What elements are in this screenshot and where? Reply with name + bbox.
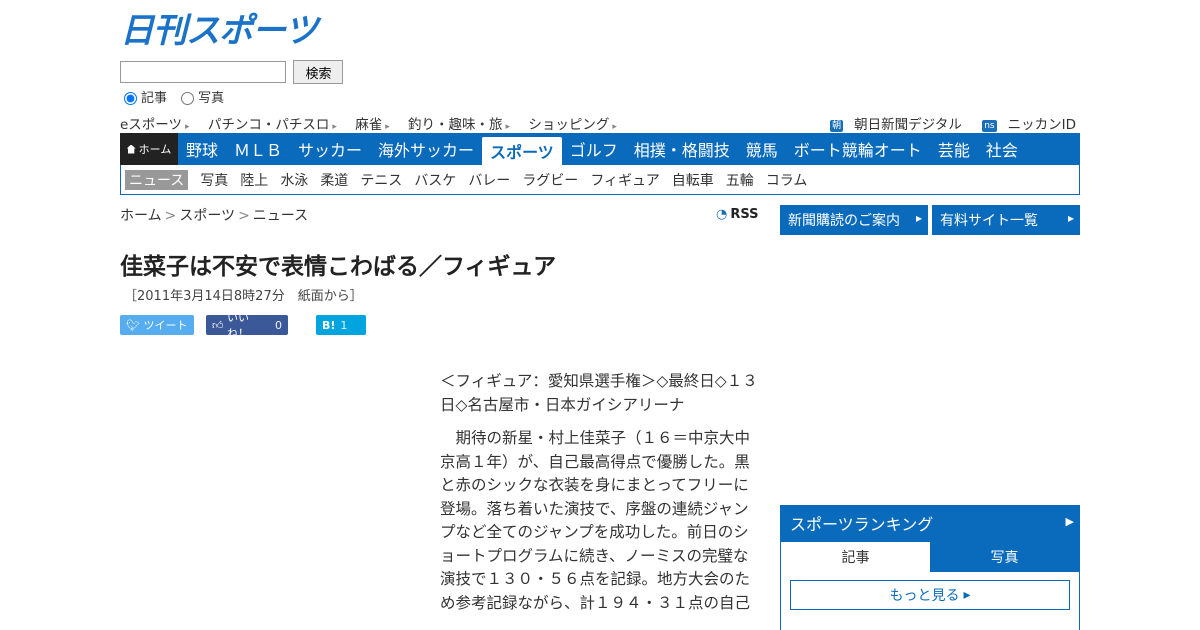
tweet-label: ツイート xyxy=(143,319,188,332)
article-paragraph: 期待の新星・村上佳菜子（１６＝中京大中京高１年）が、自己最高得点で優勝した。黒と… xyxy=(440,429,751,612)
nav-mlb[interactable]: ＭＬＢ xyxy=(226,133,290,165)
paid-sites-button[interactable]: 有料サイト一覧 xyxy=(932,205,1080,235)
like-count: 0 xyxy=(275,318,282,332)
subnav-item-pachinko[interactable]: パチンコ・パチスロ xyxy=(208,113,337,133)
search-button[interactable]: 検索 xyxy=(293,60,344,84)
breadcrumb-home[interactable]: ホーム xyxy=(120,208,162,224)
like-label: いいね！ xyxy=(227,311,249,340)
nav-keiba[interactable]: 競馬 xyxy=(738,133,786,165)
rss-label: RSS xyxy=(730,207,759,222)
article-paragraph: ＜フィギュア：愛知県選手権＞◇最終日◇１３日◇名古屋市・日本ガイシアリーナ xyxy=(440,372,758,414)
article-body: ＜フィギュア：愛知県選手権＞◇最終日◇１３日◇名古屋市・日本ガイシアリーナ 期待… xyxy=(440,370,760,625)
cat-cycling[interactable]: 自転車 xyxy=(672,170,714,190)
nav-society[interactable]: 社会 xyxy=(978,133,1026,165)
nav-entertainment[interactable]: 芸能 xyxy=(930,133,978,165)
nikkan-id-link[interactable]: ns ニッカンID xyxy=(974,117,1076,133)
subnav-right: 朝朝日新聞デジタル ns ニッカンID xyxy=(814,113,1076,133)
breadcrumb-news: ニュース xyxy=(252,208,309,224)
sports-ranking: スポーツランキング 記事 写真 もっと見る xyxy=(780,505,1080,630)
nikkan-label: ニッカンID xyxy=(1007,117,1076,133)
sub-navigation: eスポーツ パチンコ・パチスロ 麻雀 釣り・趣味・旅 ショッピング 朝朝日新聞デ… xyxy=(120,113,1080,133)
search-input[interactable] xyxy=(120,61,286,83)
nav-world-soccer[interactable]: 海外サッカー xyxy=(370,133,482,165)
nav-home[interactable]: ホーム xyxy=(120,133,178,165)
asahi-label: 朝日新聞デジタル xyxy=(854,117,962,133)
subnav-item-esports[interactable]: eスポーツ xyxy=(120,113,190,133)
cat-swimming[interactable]: 水泳 xyxy=(280,170,308,190)
more-button[interactable]: もっと見る xyxy=(790,580,1070,610)
cat-rugby[interactable]: ラグビー xyxy=(522,170,578,190)
category-navigation: ニュース 写真 陸上 水泳 柔道 テニス バスケ バレー ラグビー フィギュア … xyxy=(120,165,1080,195)
rss-link[interactable]: ◔ RSS xyxy=(716,207,759,222)
cat-tennis[interactable]: テニス xyxy=(360,170,402,190)
rss-icon: ◔ xyxy=(716,207,728,222)
radio-photo[interactable]: 写真 xyxy=(177,91,224,106)
search-form: 検索 記事 写真 xyxy=(120,60,344,106)
hatena-icon: B! xyxy=(322,318,336,332)
social-buttons: 🐦︎ ツイート 👍︎ いいね！ 0 B! 1 xyxy=(120,311,376,340)
subnav-item-fishing[interactable]: 釣り・趣味・旅 xyxy=(408,113,510,133)
main-navigation: ホーム 野球 ＭＬＢ サッカー 海外サッカー スポーツ ゴルフ 相撲・格闘技 競… xyxy=(120,133,1080,165)
cat-athletics[interactable]: 陸上 xyxy=(240,170,268,190)
home-icon xyxy=(126,144,136,154)
subnav-item-mahjong[interactable]: 麻雀 xyxy=(355,113,390,133)
hatena-button[interactable]: B! 1 xyxy=(316,315,366,335)
sidebar-buttons: 新聞購読のご案内 有料サイト一覧 xyxy=(780,205,1084,235)
like-button[interactable]: 👍︎ いいね！ 0 xyxy=(206,311,288,340)
nav-baseball[interactable]: 野球 xyxy=(178,133,226,165)
asahi-digital-link[interactable]: 朝朝日新聞デジタル xyxy=(822,117,962,133)
nav-golf[interactable]: ゴルフ xyxy=(562,133,626,165)
asahi-icon: 朝 xyxy=(830,120,844,132)
article-date: ［2011年3月14日8時27分 紙面から］ xyxy=(124,289,363,304)
cat-figure[interactable]: フィギュア xyxy=(590,170,659,190)
tweet-button[interactable]: 🐦︎ ツイート xyxy=(120,315,194,335)
ranking-tabs: 記事 写真 xyxy=(781,542,1079,572)
cat-volleyball[interactable]: バレー xyxy=(468,170,510,190)
cat-judo[interactable]: 柔道 xyxy=(320,170,348,190)
tab-photo[interactable]: 写真 xyxy=(930,542,1079,572)
ranking-header[interactable]: スポーツランキング xyxy=(780,505,1080,541)
nav-sports[interactable]: スポーツ xyxy=(482,137,562,165)
radio-photo-label: 写真 xyxy=(198,91,225,106)
cat-olympics[interactable]: 五輪 xyxy=(726,170,754,190)
radio-article[interactable]: 記事 xyxy=(120,91,167,106)
breadcrumb: ホーム > スポーツ > ニュース xyxy=(120,205,308,225)
ranking-box: 記事 写真 もっと見る xyxy=(780,541,1080,630)
nikkan-icon: ns xyxy=(982,120,997,132)
cat-news[interactable]: ニュース xyxy=(125,169,189,190)
nav-soccer[interactable]: サッカー xyxy=(290,133,370,165)
radio-article-label: 記事 xyxy=(141,91,168,106)
hatena-count: 1 xyxy=(340,318,348,332)
nav-home-label: ホーム xyxy=(138,143,172,156)
nav-sumo[interactable]: 相撲・格闘技 xyxy=(626,133,738,165)
breadcrumb-sports[interactable]: スポーツ xyxy=(179,208,235,224)
subscription-button[interactable]: 新聞購読のご案内 xyxy=(780,205,928,235)
subnav-item-shopping[interactable]: ショッピング xyxy=(528,113,617,133)
breadcrumb-sep: > xyxy=(164,208,177,224)
twitter-icon: 🐦︎ xyxy=(126,318,140,332)
nav-boat[interactable]: ボート競輪オート xyxy=(786,133,930,165)
search-type-radios: 記事 写真 xyxy=(120,87,343,106)
article-title: 佳菜子は不安で表情こわばる／フィギュア xyxy=(120,254,557,280)
cat-photo[interactable]: 写真 xyxy=(200,170,228,190)
site-logo[interactable]: 日刊スポーツ xyxy=(120,12,318,50)
breadcrumb-sep: > xyxy=(238,208,250,224)
cat-basketball[interactable]: バスケ xyxy=(414,170,456,190)
cat-column[interactable]: コラム xyxy=(766,170,808,190)
tab-article[interactable]: 記事 xyxy=(781,542,930,572)
thumbs-up-icon: 👍︎ xyxy=(212,318,224,332)
